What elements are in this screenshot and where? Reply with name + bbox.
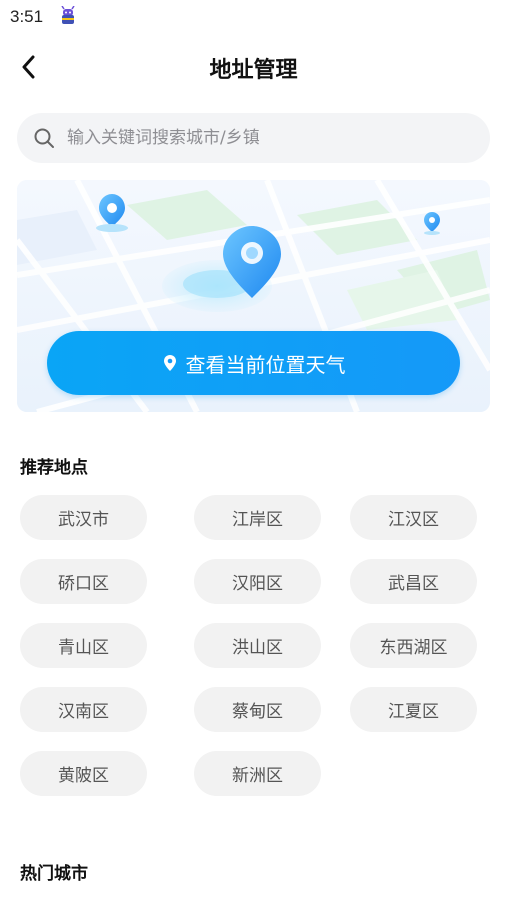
hot-cities-section-title: 热门城市 [20,864,88,884]
search-input[interactable] [65,127,469,149]
recommended-chip[interactable]: 蔡甸区 [194,687,321,732]
recommended-chip[interactable]: 硚口区 [20,559,147,604]
view-current-location-weather-button[interactable]: 查看当前位置天气 [47,331,460,395]
search-icon [34,128,54,148]
recommended-chip[interactable]: 江岸区 [194,495,321,540]
recommended-chip[interactable]: 江汉区 [350,495,477,540]
recommended-chip[interactable]: 青山区 [20,623,147,668]
status-bar: 3:51 [0,0,507,34]
location-pin-icon [163,355,176,371]
recommended-chip[interactable]: 武昌区 [350,559,477,604]
recommended-chip[interactable]: 洪山区 [194,623,321,668]
page-title: 地址管理 [209,58,298,83]
recommended-section-title: 推荐地点 [20,458,88,478]
recommended-chip[interactable]: 江夏区 [350,687,477,732]
recommended-chip[interactable]: 黄陂区 [20,751,147,796]
search-bar[interactable] [17,113,490,163]
view-current-location-weather-label: 查看当前位置天气 [185,352,346,377]
recommended-chip[interactable]: 汉阳区 [194,559,321,604]
recommended-chip[interactable]: 东西湖区 [350,623,477,668]
android-bug-icon [61,6,75,24]
map-card: 查看当前位置天气 [17,180,490,412]
status-time: 3:51 [10,7,44,26]
recommended-chip[interactable]: 武汉市 [20,495,147,540]
recommended-chip[interactable]: 新洲区 [194,751,321,796]
nav-bar: 地址管理 [0,40,507,94]
recommended-chip[interactable]: 汉南区 [20,687,147,732]
